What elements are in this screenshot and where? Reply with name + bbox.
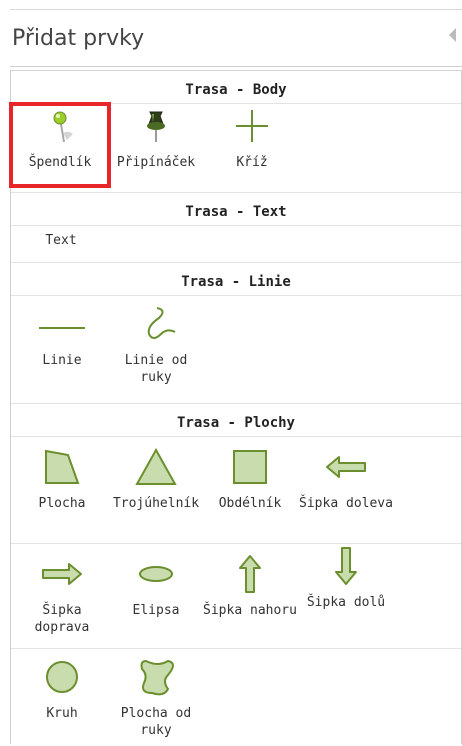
row-areas-2: Šipka doprava Elipsa Šipka nahoru Šipka … (11, 544, 461, 649)
row-body: Špendlík Připínáček Kříž (9, 102, 461, 193)
pushpin-icon (147, 111, 165, 142)
pin-icon (53, 111, 73, 143)
tool-arrow-left[interactable]: Šipka doleva (299, 447, 393, 512)
tool-label: Linie (42, 353, 82, 368)
top-divider (10, 9, 462, 10)
tool-freehand-polygon[interactable]: Plocha od ruky (109, 657, 203, 739)
tool-label: Kříž (236, 155, 268, 170)
arrow-up-icon (239, 555, 261, 593)
cross-icon (236, 110, 268, 142)
tool-label: Plocha od ruky (120, 706, 192, 738)
tool-label: Trojúhelník (112, 496, 200, 511)
row-areas-1: Plocha Trojúhelník Obdélník Šipka doleva (11, 437, 461, 544)
tool-label: Plocha (38, 496, 86, 511)
tool-label: Připínáček (116, 155, 196, 170)
triangle-icon (135, 447, 177, 485)
line-icon (39, 327, 85, 329)
rectangle-icon (233, 450, 267, 484)
polygon-icon (45, 449, 80, 484)
tool-label: Obdélník (218, 496, 282, 511)
tool-line[interactable]: Linie (15, 304, 109, 369)
tool-label: Text (45, 233, 77, 248)
freehand-line-icon (147, 307, 176, 339)
tool-circle[interactable]: Kruh (15, 657, 109, 722)
tool-ellipse[interactable]: Elipsa (109, 554, 203, 619)
arrow-down-icon (335, 547, 357, 585)
tool-label: Linie od ruky (124, 353, 188, 385)
tool-label: Šipka nahoru (203, 603, 297, 618)
tool-label: Kruh (46, 706, 78, 721)
tool-label: Šipka doprava (34, 603, 90, 635)
tool-arrow-right[interactable]: Šipka doprava (15, 554, 109, 636)
tool-label: Elipsa (132, 603, 180, 618)
row-lines: Linie Linie od ruky (11, 296, 461, 404)
tool-pushpin[interactable]: Připínáček (109, 106, 203, 171)
arrow-right-icon (42, 563, 82, 585)
collapse-arrow-icon[interactable] (449, 28, 456, 42)
section-header-areas: Trasa - Plochy (11, 404, 461, 437)
tool-label: Šipka dolů (306, 595, 386, 610)
tools-panel: Trasa - Body Špendlík Připínáček Kříž Tr… (9, 70, 462, 745)
section-header-text: Trasa - Text (11, 193, 461, 226)
arrow-left-icon (326, 456, 366, 478)
section-header-body: Trasa - Body (11, 71, 461, 104)
tool-text[interactable]: Text (15, 233, 107, 248)
tool-freehand-line[interactable]: Linie od ruky (109, 304, 203, 386)
ellipse-icon (139, 566, 173, 582)
tool-polygon[interactable]: Plocha (15, 447, 109, 512)
freehand-polygon-icon (140, 659, 174, 696)
tool-arrow-up[interactable]: Šipka nahoru (203, 554, 297, 619)
tool-triangle[interactable]: Trojúhelník (109, 447, 203, 512)
row-areas-3: Kruh Plocha od ruky (11, 649, 461, 745)
tool-label: Špendlík (28, 155, 92, 170)
tool-cross[interactable]: Kříž (205, 106, 299, 171)
header-divider (10, 66, 462, 67)
tool-label: Šipka doleva (299, 496, 393, 511)
tool-pin[interactable]: Špendlík (9, 102, 111, 188)
tool-arrow-down[interactable]: Šipka dolů (299, 546, 393, 611)
section-header-lines: Trasa - Linie (11, 263, 461, 296)
circle-icon (46, 661, 78, 693)
tool-rectangle[interactable]: Obdélník (203, 447, 297, 512)
row-text: Text (11, 226, 461, 263)
panel-title: Přidat prvky (12, 26, 145, 51)
